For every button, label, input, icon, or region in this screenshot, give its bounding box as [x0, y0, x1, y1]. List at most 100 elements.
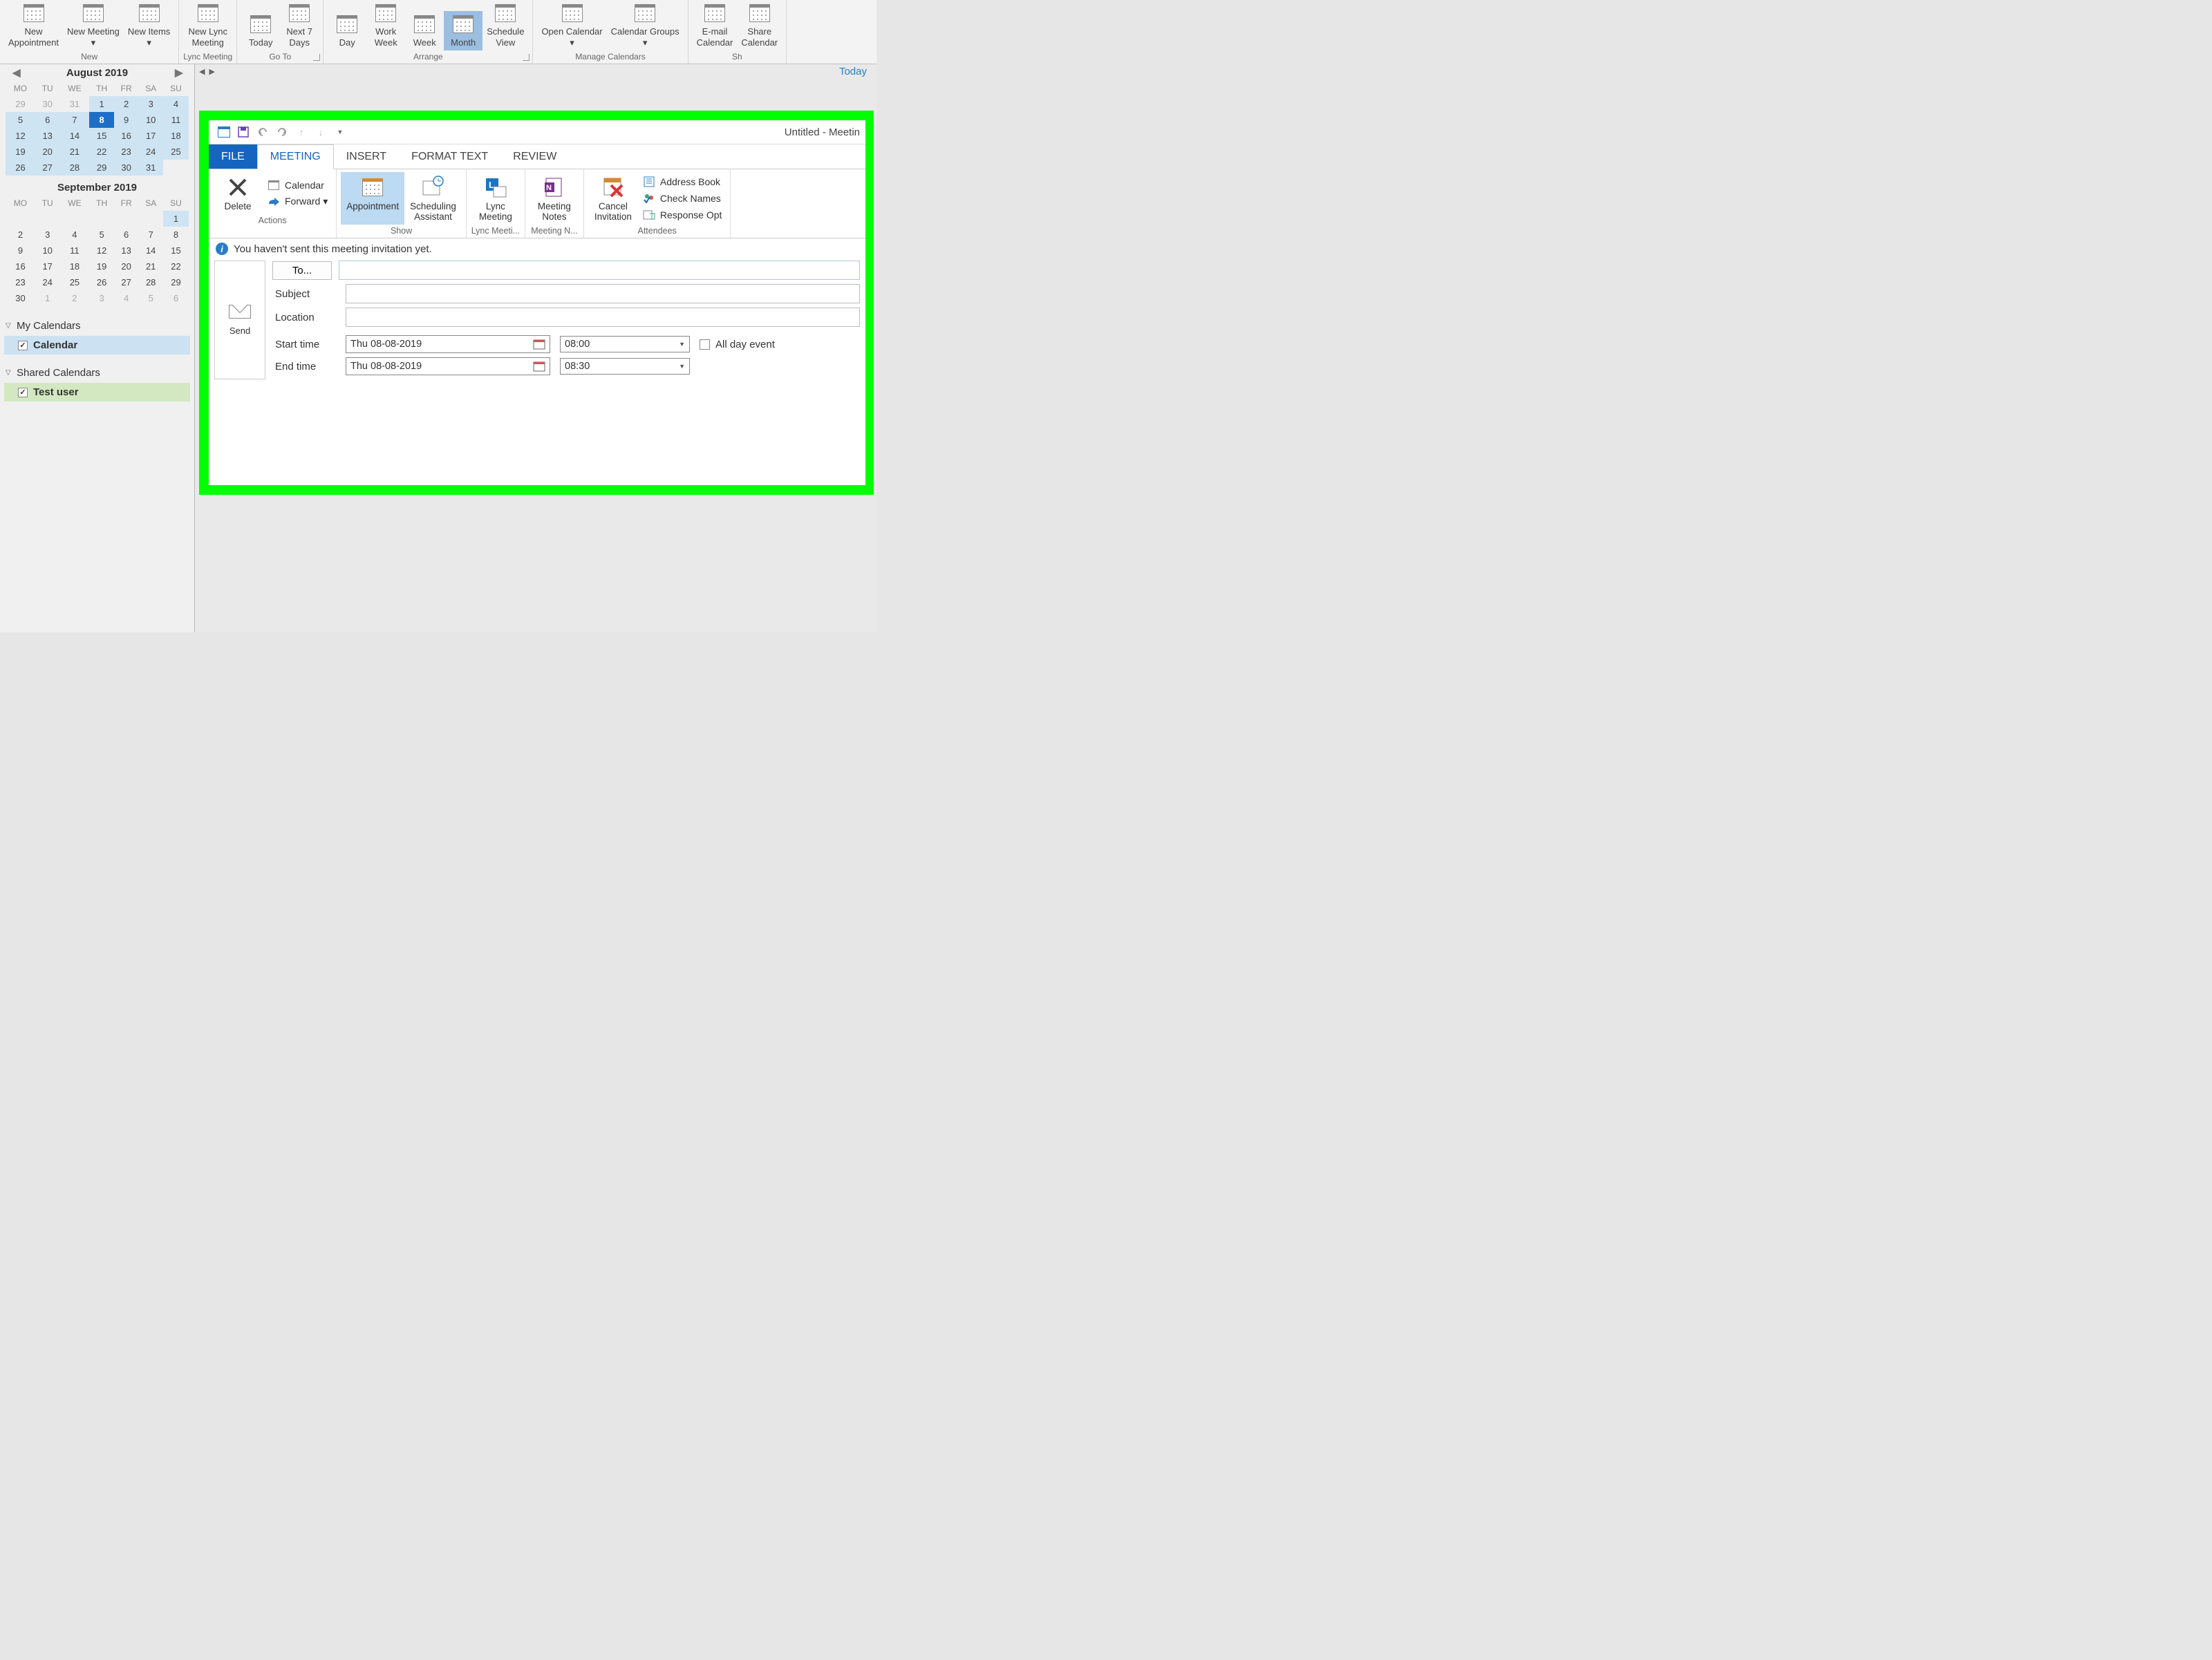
calendar-day[interactable]: 24	[138, 144, 163, 160]
calendar-day[interactable]: 6	[163, 290, 189, 306]
calendar-day[interactable]: 18	[163, 128, 189, 144]
scheduling-button[interactable]: SchedulingAssistant	[404, 172, 462, 225]
ribbon-button[interactable]: New Meeting▾	[63, 0, 124, 50]
calendar-day[interactable]: 29	[89, 160, 114, 176]
calendar-day[interactable]: 8	[163, 227, 189, 243]
onenote-button[interactable]: NMeetingNotes	[529, 172, 579, 225]
checknames-button[interactable]: Check Names	[638, 190, 727, 207]
end-time-picker[interactable]: 08:30 ▼	[560, 358, 690, 375]
qat-customize-icon[interactable]: ▼	[330, 122, 350, 142]
calendar-day[interactable]: 27	[114, 274, 139, 290]
calendar-day[interactable]: 14	[59, 128, 89, 144]
calendar-day[interactable]: 9	[6, 243, 35, 258]
calendar-section[interactable]: ▽My Calendars	[4, 316, 190, 336]
dialog-tab-insert[interactable]: INSERT	[334, 144, 399, 169]
calendar-day[interactable]: 13	[114, 243, 139, 258]
calendar-day[interactable]: 3	[35, 227, 60, 243]
ribbon-button[interactable]: Week	[405, 11, 444, 51]
ribbon-button[interactable]: ShareCalendar	[737, 0, 782, 50]
addressbook-button[interactable]: Address Book	[638, 173, 727, 190]
calendar-item[interactable]: ✓Test user	[4, 383, 190, 402]
prev-item-icon[interactable]: ↑	[292, 122, 311, 142]
to-button[interactable]: To...	[272, 261, 332, 280]
calendar-day[interactable]: 20	[114, 258, 139, 274]
start-time-picker[interactable]: 08:00 ▼	[560, 336, 690, 352]
all-day-checkbox[interactable]: All day event	[700, 339, 775, 350]
calendar-day[interactable]: 2	[6, 227, 35, 243]
next-item-icon[interactable]: ↓	[311, 122, 330, 142]
location-field[interactable]	[346, 308, 860, 327]
calendar-day[interactable]	[35, 211, 60, 227]
calendar-day[interactable]: 31	[59, 96, 89, 112]
start-date-picker[interactable]: Thu 08-08-2019	[346, 335, 550, 353]
calendar-day[interactable]: 11	[163, 112, 189, 128]
to-field[interactable]	[339, 261, 860, 280]
ribbon-button[interactable]: New LyncMeeting	[184, 0, 232, 50]
ribbon-button[interactable]: Today	[241, 11, 280, 51]
calendar-day[interactable]: 4	[163, 96, 189, 112]
calendar-day[interactable]	[6, 211, 35, 227]
calendar-day[interactable]: 10	[138, 112, 163, 128]
subject-field[interactable]	[346, 284, 860, 303]
calendar-day[interactable]: 29	[6, 96, 35, 112]
ribbon-button[interactable]: Calendar Groups▾	[607, 0, 684, 50]
calendar-day[interactable]: 19	[6, 144, 35, 160]
calendar-day[interactable]: 3	[89, 290, 114, 306]
ribbon-button[interactable]: ScheduleView	[482, 0, 528, 50]
calendar-day[interactable]: 1	[35, 290, 60, 306]
send-button[interactable]: Send	[214, 261, 265, 379]
calendar-day[interactable]: 22	[163, 258, 189, 274]
calendar-day[interactable]: 30	[35, 96, 60, 112]
calendar-day[interactable]: 26	[89, 274, 114, 290]
calendar-day[interactable]: 5	[89, 227, 114, 243]
calendar-day[interactable]: 21	[138, 258, 163, 274]
ribbon-button[interactable]: Day	[328, 11, 366, 51]
calendar-day[interactable]: 29	[163, 274, 189, 290]
calendar-day[interactable]	[163, 160, 189, 176]
save-icon[interactable]	[234, 122, 253, 142]
response-button[interactable]: Response Opt	[638, 207, 727, 223]
delete-button[interactable]: Delete	[213, 172, 263, 214]
calendar-day[interactable]: 2	[114, 96, 139, 112]
calendar-small-button[interactable]: Calendar	[263, 177, 332, 194]
lync-button[interactable]: LLyncMeeting	[471, 172, 521, 225]
calendar-day[interactable]: 6	[35, 112, 60, 128]
calendar-day[interactable]: 17	[35, 258, 60, 274]
dialog-launcher-icon[interactable]	[313, 54, 320, 61]
calendar-day[interactable]: 5	[138, 290, 163, 306]
ribbon-button[interactable]: WorkWeek	[366, 0, 405, 50]
calendar-day[interactable]: 30	[6, 290, 35, 306]
end-date-picker[interactable]: Thu 08-08-2019	[346, 357, 550, 375]
next-icon[interactable]: ▶	[209, 67, 214, 76]
calendar-day[interactable]: 4	[114, 290, 139, 306]
next-month-icon[interactable]: ▶	[175, 66, 182, 79]
calendar-day[interactable]: 20	[35, 144, 60, 160]
calendar-day[interactable]: 4	[59, 227, 89, 243]
calendar-day[interactable]: 28	[138, 274, 163, 290]
dialog-tab-format-text[interactable]: FORMAT TEXT	[399, 144, 500, 169]
calendar-day[interactable]: 28	[59, 160, 89, 176]
today-link[interactable]: Today	[839, 66, 867, 77]
calendar-day[interactable]: 12	[6, 128, 35, 144]
calendar-day[interactable]	[59, 211, 89, 227]
calendar-day[interactable]: 14	[138, 243, 163, 258]
calendar-day[interactable]: 17	[138, 128, 163, 144]
redo-icon[interactable]	[272, 122, 292, 142]
dialog-launcher-icon[interactable]	[523, 54, 529, 61]
ribbon-button[interactable]: New Items▾	[124, 0, 174, 50]
calendar-day[interactable]: 1	[163, 211, 189, 227]
calendar-day[interactable]: 12	[89, 243, 114, 258]
calendar-day[interactable]: 8	[89, 112, 114, 128]
ribbon-button[interactable]: Next 7Days	[280, 0, 319, 50]
dialog-tab-meeting[interactable]: MEETING	[257, 144, 334, 169]
calendar-item[interactable]: ✓Calendar	[4, 336, 190, 355]
calendar-day[interactable]: 16	[114, 128, 139, 144]
prev-icon[interactable]: ◀	[199, 67, 205, 76]
dialog-tab-file[interactable]: FILE	[209, 144, 257, 169]
calendar-day[interactable]: 7	[138, 227, 163, 243]
ribbon-button[interactable]: NewAppointment	[4, 0, 63, 50]
calendar-day[interactable]: 11	[59, 243, 89, 258]
cancel-button[interactable]: CancelInvitation	[588, 172, 638, 225]
calendar-day[interactable]: 25	[163, 144, 189, 160]
dialog-tab-review[interactable]: REVIEW	[500, 144, 569, 169]
